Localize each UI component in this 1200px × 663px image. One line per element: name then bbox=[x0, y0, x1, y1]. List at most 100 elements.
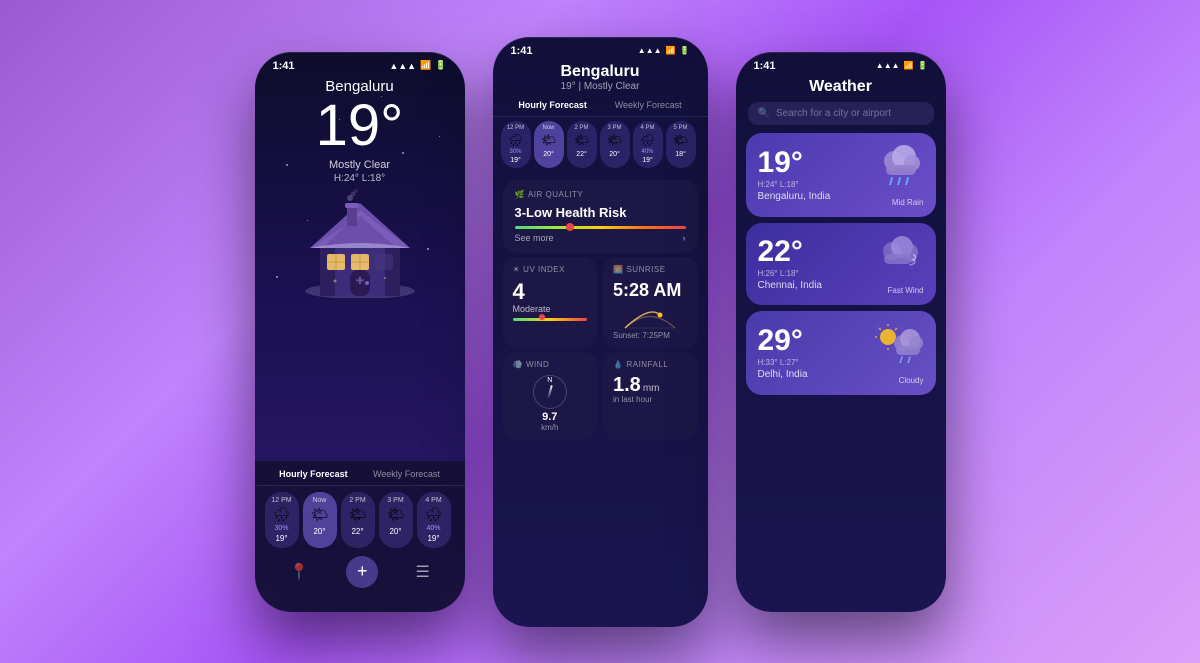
h2-temp: 19° bbox=[642, 157, 653, 164]
hour-temp: 19° bbox=[427, 534, 439, 543]
status-time: 1:41 bbox=[273, 60, 295, 72]
weather-list-item-chennai[interactable]: 22° H:26° L:18° Chennai, India bbox=[746, 223, 936, 305]
wind-rain-row: 💨 WIND N 9.7 km/h 💧 RAINFALL bbox=[503, 352, 698, 440]
hour2-item-3[interactable]: 3 PM 🌤 20° bbox=[600, 121, 630, 168]
wl-right-1: Fast Wind bbox=[874, 233, 924, 295]
city-name-2: Bengaluru bbox=[509, 63, 692, 81]
uv-bar bbox=[513, 318, 588, 321]
wind-label: 💨 WIND bbox=[513, 360, 588, 369]
wind-card: 💨 WIND N 9.7 km/h bbox=[503, 352, 598, 440]
hour-precip: 40% bbox=[426, 525, 440, 532]
wl-left-1: 22° H:26° L:18° Chennai, India bbox=[758, 237, 823, 291]
search-icon: 🔍 bbox=[758, 108, 770, 119]
wl-icon-2 bbox=[874, 321, 924, 372]
search-placeholder-text: Search for a city or airport bbox=[776, 108, 891, 119]
wl-desc-2: Cloudy bbox=[899, 376, 924, 385]
phone2-header: Bengaluru 19° | Mostly Clear bbox=[493, 61, 708, 100]
status-icons-3: ▲▲▲ 📶 🔋 bbox=[876, 61, 928, 70]
see-more[interactable]: See more › bbox=[515, 233, 686, 243]
hourly-tab-2[interactable]: Hourly Forecast bbox=[518, 100, 587, 110]
hour-time: 3 PM bbox=[387, 497, 403, 504]
signal-icon-3: ▲▲▲ bbox=[876, 61, 900, 70]
hour-temp: 20° bbox=[313, 527, 325, 536]
status-icons: ▲▲▲ 📶 🔋 bbox=[389, 60, 446, 71]
h2-icon: 🌤 bbox=[541, 133, 556, 147]
aqi-indicator bbox=[566, 223, 574, 231]
weather-list-item-delhi[interactable]: 29° H:33° L:27° Delhi, India bbox=[746, 311, 936, 395]
hour-time: Now bbox=[312, 497, 326, 504]
status-time-3: 1:41 bbox=[754, 60, 776, 72]
h2-time: 2 PM bbox=[574, 125, 588, 131]
wl-desc-1: Fast Wind bbox=[887, 286, 923, 295]
h2-temp: 20° bbox=[543, 151, 554, 158]
chevron-right-icon: › bbox=[683, 233, 686, 243]
phone-3: 1:41 ▲▲▲ 📶 🔋 Weather 🔍 Search for a city… bbox=[736, 52, 946, 612]
h2-temp: 22° bbox=[576, 151, 587, 158]
sunrise-label: 🌅 SUNRISE bbox=[613, 265, 688, 274]
hour-item-4[interactable]: 4 PM 🌧 40% 19° bbox=[417, 492, 451, 548]
hour2-item-2[interactable]: 2 PM 🌤 22° bbox=[567, 121, 597, 168]
hour-item-0[interactable]: 12 PM 🌧 30% 19° bbox=[265, 492, 299, 548]
city-name: Bengaluru bbox=[271, 78, 449, 95]
search-bar[interactable]: 🔍 Search for a city or airport bbox=[748, 102, 934, 125]
uv-icon: ☀ bbox=[513, 265, 521, 274]
h2-time: Now bbox=[542, 125, 554, 131]
uv-dot bbox=[539, 314, 545, 320]
h2-precip: 40% bbox=[641, 149, 653, 155]
hour2-item-4[interactable]: 4 PM 🌧 40% 19° bbox=[633, 121, 663, 168]
uv-label: ☀ UV INDEX bbox=[513, 265, 588, 274]
h2-icon: 🌧 bbox=[508, 133, 523, 147]
hour2-item-5[interactable]: 5 PM 🌤 18° bbox=[666, 121, 696, 168]
status-bar-2: 1:41 ▲▲▲ 📶 🔋 bbox=[493, 37, 708, 61]
wl-right-0: Mid Rain bbox=[874, 143, 924, 207]
h2-icon: 🌤 bbox=[607, 133, 622, 147]
status-bar: 1:41 ▲▲▲ 📶 🔋 bbox=[255, 52, 465, 76]
status-bar-3: 1:41 ▲▲▲ 📶 🔋 bbox=[736, 52, 946, 76]
wl-icon-0 bbox=[874, 143, 924, 194]
h2-time: 5 PM bbox=[673, 125, 687, 131]
weekly-tab-2[interactable]: Weekly Forecast bbox=[615, 100, 682, 110]
air-quality-value: 3-Low Health Risk bbox=[515, 205, 686, 220]
weather-list-item-bengaluru[interactable]: 19° H:24° L:18° Bengaluru, India bbox=[746, 133, 936, 217]
battery-icon-2: 🔋 bbox=[680, 46, 690, 55]
uv-sunrise-row: ☀ UV INDEX 4 Moderate 🌅 SUNRISE 5:28 AM bbox=[503, 257, 698, 348]
temperature: 19° bbox=[271, 97, 449, 155]
hour-item-1[interactable]: Now 🌤 20° bbox=[303, 492, 337, 548]
signal-icon: ▲▲▲ bbox=[389, 61, 416, 71]
h2-precip: 30% bbox=[509, 149, 521, 155]
location-icon[interactable]: 📍 bbox=[289, 562, 309, 582]
phone1-main-content: Bengaluru 19° Mostly Clear H:24° L:18° bbox=[255, 78, 465, 184]
menu-icon[interactable]: ☰ bbox=[416, 562, 430, 582]
rain-icon: 💧 bbox=[613, 360, 623, 369]
hour2-item-1[interactable]: Now 🌤 20° bbox=[534, 121, 564, 168]
signal-icon-2: ▲▲▲ bbox=[638, 46, 662, 55]
status-icons-2: ▲▲▲ 📶 🔋 bbox=[638, 46, 690, 55]
hour-weather-icon: 🌤 bbox=[311, 506, 329, 523]
air-quality-card: 🌿 AIR QUALITY 3-Low Health Risk See more… bbox=[503, 180, 698, 253]
wifi-icon-3: 📶 bbox=[904, 61, 914, 70]
h2-time: 4 PM bbox=[640, 125, 654, 131]
wl-city-0: Bengaluru, India bbox=[758, 191, 831, 202]
wifi-icon-2: 📶 bbox=[666, 46, 676, 55]
wifi-icon: 📶 bbox=[420, 60, 431, 71]
wl-hilo-1: H:26° L:18° bbox=[758, 269, 823, 278]
hourly-tab[interactable]: Hourly Forecast bbox=[279, 469, 348, 479]
h2-icon: 🌧 bbox=[640, 133, 655, 147]
add-button[interactable]: + bbox=[346, 556, 378, 588]
hour-time: 2 PM bbox=[349, 497, 365, 504]
forecast-tabs-2: Hourly Forecast Weekly Forecast bbox=[493, 100, 708, 117]
weekly-tab[interactable]: Weekly Forecast bbox=[373, 469, 440, 479]
sunrise-arc bbox=[613, 303, 688, 331]
forecast-tabs: Hourly Forecast Weekly Forecast bbox=[255, 469, 465, 486]
wind-compass: N bbox=[513, 375, 588, 409]
hour-item-2[interactable]: 2 PM 🌤 22° bbox=[341, 492, 375, 548]
phone-2: 1:41 ▲▲▲ 📶 🔋 Bengaluru 19° | Mostly Clea… bbox=[493, 37, 708, 627]
rain-value-group: 1.8 mm bbox=[613, 375, 688, 395]
sunrise-time: 5:28 AM bbox=[613, 280, 688, 301]
hour2-item-0[interactable]: 12 PM 🌧 30% 19° bbox=[501, 121, 531, 168]
hour-item-3[interactable]: 3 PM 🌤 20° bbox=[379, 492, 413, 548]
wl-hilo-0: H:24° L:18° bbox=[758, 180, 831, 189]
battery-icon: 🔋 bbox=[435, 60, 446, 71]
hour-weather-icon: 🌤 bbox=[349, 506, 367, 523]
uv-description: Moderate bbox=[513, 304, 588, 314]
